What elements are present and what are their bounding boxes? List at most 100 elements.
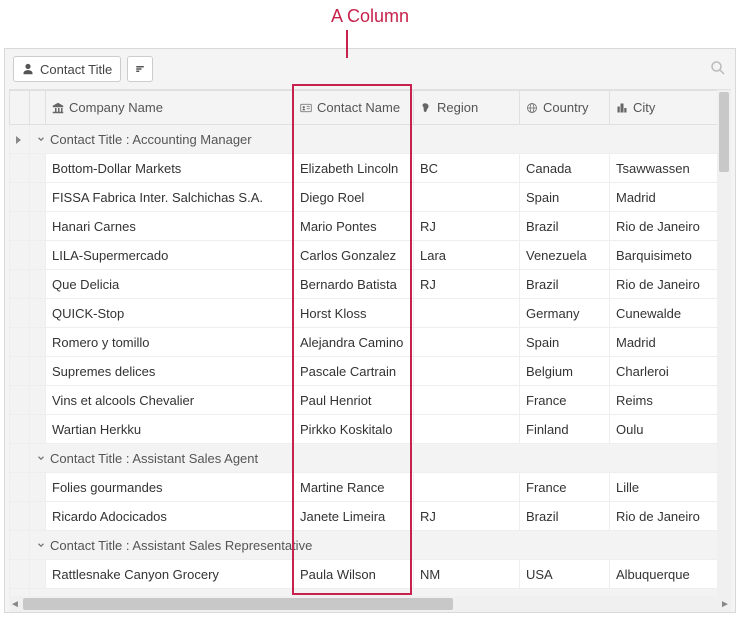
cell-region[interactable] — [414, 473, 520, 502]
cell-company[interactable]: Que Delicia — [46, 270, 294, 299]
chevron-down-icon[interactable] — [36, 538, 46, 553]
cell-country[interactable]: Germany — [520, 299, 610, 328]
cell-region[interactable] — [414, 357, 520, 386]
vertical-scrollbar[interactable] — [717, 90, 731, 596]
cell-company[interactable]: Wartian Herkku — [46, 415, 294, 444]
cell-city[interactable]: Lille — [610, 473, 726, 502]
cell-city[interactable]: Tsawwassen — [610, 154, 726, 183]
column-header-region[interactable]: Region — [414, 91, 520, 125]
column-header-company[interactable]: Company Name — [46, 91, 294, 125]
group-header-row[interactable]: Contact Title : Accounting Manager — [10, 125, 726, 154]
cell-country[interactable]: USA — [520, 560, 610, 589]
horizontal-scrollbar-thumb[interactable] — [23, 598, 453, 610]
table-row[interactable]: Que DeliciaBernardo BatistaRJBrazilRio d… — [10, 270, 726, 299]
cell-company[interactable]: Rattlesnake Canyon Grocery — [46, 560, 294, 589]
chevron-down-icon[interactable] — [36, 132, 46, 147]
cell-country[interactable]: Finland — [520, 415, 610, 444]
column-header-contact[interactable]: Contact Name — [294, 91, 414, 125]
group-header-cell[interactable]: Contact Title : Accounting Manager — [30, 125, 726, 154]
hscroll-left-arrow[interactable]: ◄ — [9, 598, 21, 610]
cell-contact[interactable]: Diego Roel — [294, 183, 414, 212]
search-icon[interactable] — [709, 59, 727, 80]
group-header-row[interactable]: Contact Title : Marketing Assistant — [10, 589, 726, 597]
cell-region[interactable]: Lara — [414, 241, 520, 270]
cell-contact[interactable]: Paula Wilson — [294, 560, 414, 589]
table-row[interactable]: Bottom-Dollar MarketsElizabeth LincolnBC… — [10, 154, 726, 183]
cell-company[interactable]: Folies gourmandes — [46, 473, 294, 502]
cell-country[interactable]: France — [520, 473, 610, 502]
cell-city[interactable]: Albuquerque — [610, 560, 726, 589]
cell-company[interactable]: Bottom-Dollar Markets — [46, 154, 294, 183]
cell-city[interactable]: Rio de Janeiro — [610, 270, 726, 299]
groupby-chip[interactable]: Contact Title — [13, 56, 121, 82]
cell-region[interactable] — [414, 386, 520, 415]
cell-city[interactable]: Cunewalde — [610, 299, 726, 328]
cell-contact[interactable]: Horst Kloss — [294, 299, 414, 328]
cell-company[interactable]: LILA-Supermercado — [46, 241, 294, 270]
cell-region[interactable] — [414, 299, 520, 328]
cell-city[interactable]: Rio de Janeiro — [610, 212, 726, 241]
cell-contact[interactable]: Carlos Gonzalez — [294, 241, 414, 270]
cell-region[interactable] — [414, 415, 520, 444]
cell-contact[interactable]: Pirkko Koskitalo — [294, 415, 414, 444]
column-header-country[interactable]: Country — [520, 91, 610, 125]
table-row[interactable]: FISSA Fabrica Inter. Salchichas S.A.Dieg… — [10, 183, 726, 212]
cell-country[interactable]: Spain — [520, 183, 610, 212]
table-row[interactable]: Wartian HerkkuPirkko Koskitalo FinlandOul… — [10, 415, 726, 444]
horizontal-scrollbar[interactable]: ◄ ► — [9, 596, 731, 612]
cell-contact[interactable]: Alejandra Camino — [294, 328, 414, 357]
cell-city[interactable]: Oulu — [610, 415, 726, 444]
cell-region[interactable]: RJ — [414, 212, 520, 241]
group-header-row[interactable]: Contact Title : Assistant Sales Agent — [10, 444, 726, 473]
cell-contact[interactable]: Paul Henriot — [294, 386, 414, 415]
group-header-cell[interactable]: Contact Title : Marketing Assistant — [30, 589, 726, 597]
cell-company[interactable]: QUICK-Stop — [46, 299, 294, 328]
cell-region[interactable] — [414, 328, 520, 357]
cell-country[interactable]: Brazil — [520, 502, 610, 531]
cell-region[interactable]: NM — [414, 560, 520, 589]
table-row[interactable]: LILA-SupermercadoCarlos GonzalezLaraVene… — [10, 241, 726, 270]
vertical-scrollbar-thumb[interactable] — [719, 92, 729, 172]
cell-country[interactable]: Venezuela — [520, 241, 610, 270]
hscroll-right-arrow[interactable]: ► — [719, 598, 731, 610]
table-row[interactable]: Romero y tomilloAlejandra Camino SpainMad… — [10, 328, 726, 357]
cell-contact[interactable]: Janete Limeira — [294, 502, 414, 531]
table-row[interactable]: Hanari CarnesMario PontesRJBrazilRio de … — [10, 212, 726, 241]
cell-country[interactable]: Belgium — [520, 357, 610, 386]
cell-city[interactable]: Madrid — [610, 328, 726, 357]
table-row[interactable]: Vins et alcools ChevalierPaul HenriotFra… — [10, 386, 726, 415]
cell-company[interactable]: Ricardo Adocicados — [46, 502, 294, 531]
table-row[interactable]: Rattlesnake Canyon GroceryPaula WilsonNM… — [10, 560, 726, 589]
cell-country[interactable]: Brazil — [520, 212, 610, 241]
cell-city[interactable]: Charleroi — [610, 357, 726, 386]
group-panel[interactable]: Contact Title — [5, 49, 735, 89]
cell-country[interactable]: Brazil — [520, 270, 610, 299]
cell-contact[interactable]: Mario Pontes — [294, 212, 414, 241]
cell-region[interactable] — [414, 183, 520, 212]
table-row[interactable]: QUICK-StopHorst Kloss GermanyCunewalde — [10, 299, 726, 328]
group-header-cell[interactable]: Contact Title : Assistant Sales Agent — [30, 444, 726, 473]
column-header-city[interactable]: City — [610, 91, 726, 125]
cell-company[interactable]: Romero y tomillo — [46, 328, 294, 357]
cell-country[interactable]: Canada — [520, 154, 610, 183]
cell-company[interactable]: FISSA Fabrica Inter. Salchichas S.A. — [46, 183, 294, 212]
cell-city[interactable]: Madrid — [610, 183, 726, 212]
cell-city[interactable]: Barquisimeto — [610, 241, 726, 270]
cell-region[interactable]: RJ — [414, 502, 520, 531]
cell-city[interactable]: Reims — [610, 386, 726, 415]
cell-country[interactable]: France — [520, 386, 610, 415]
table-row[interactable]: Folies gourmandesMartine RanceFranceLill… — [10, 473, 726, 502]
cell-company[interactable]: Hanari Carnes — [46, 212, 294, 241]
cell-contact[interactable]: Elizabeth Lincoln — [294, 154, 414, 183]
sort-chip[interactable] — [127, 56, 153, 82]
group-header-cell[interactable]: Contact Title : Assistant Sales Represen… — [30, 531, 726, 560]
chevron-down-icon[interactable] — [36, 451, 46, 466]
cell-contact[interactable]: Bernardo Batista — [294, 270, 414, 299]
cell-city[interactable]: Rio de Janeiro — [610, 502, 726, 531]
cell-country[interactable]: Spain — [520, 328, 610, 357]
cell-contact[interactable]: Pascale Cartrain — [294, 357, 414, 386]
cell-region[interactable]: BC — [414, 154, 520, 183]
cell-region[interactable]: RJ — [414, 270, 520, 299]
table-row[interactable]: Supremes delicesPascale Cartrain BelgiumC… — [10, 357, 726, 386]
cell-company[interactable]: Supremes delices — [46, 357, 294, 386]
